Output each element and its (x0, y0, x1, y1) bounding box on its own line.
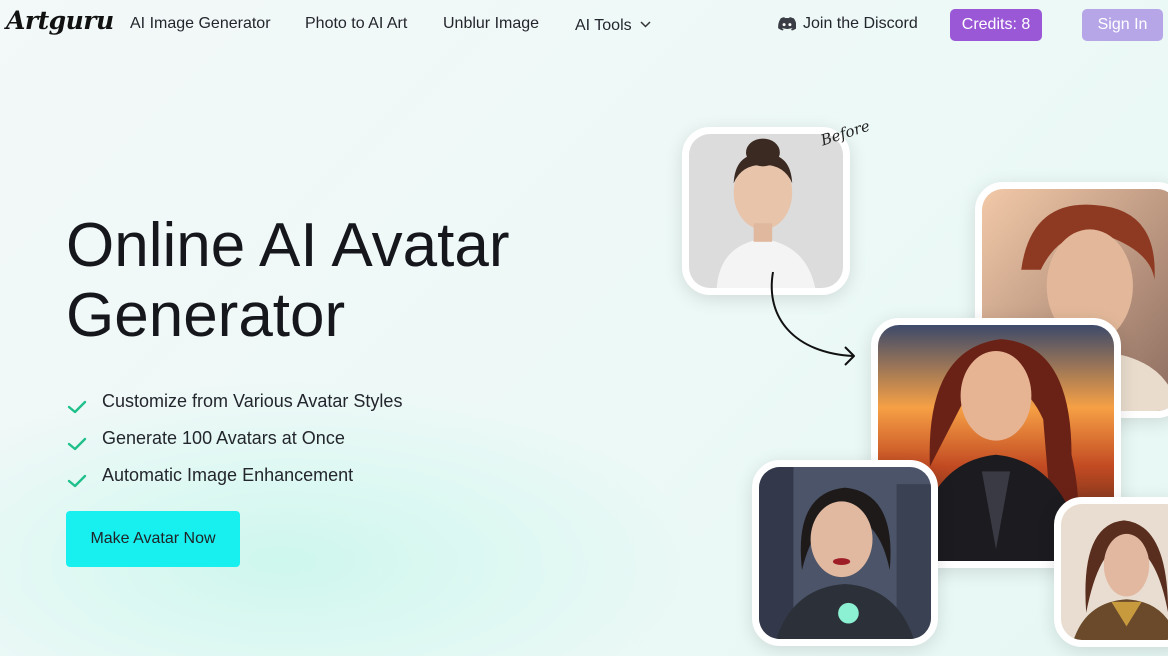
check-icon (67, 437, 87, 450)
page-title: Online AI Avatar Generator (66, 211, 626, 351)
title-line-2: Generator (66, 281, 346, 350)
nav-photo-to-ai-art[interactable]: Photo to AI Art (305, 15, 407, 33)
avatar-cyberpunk-photo (752, 460, 938, 646)
sign-in-button[interactable]: Sign In (1082, 9, 1163, 41)
nav-unblur-image[interactable]: Unblur Image (443, 15, 539, 33)
nav-ai-tools-label: AI Tools (575, 17, 632, 34)
curved-arrow-icon (770, 271, 855, 366)
nav-ai-tools-dropdown[interactable]: AI Tools (575, 15, 651, 35)
join-discord-link[interactable]: Join the Discord (778, 15, 918, 33)
discord-icon (778, 17, 796, 31)
nav-ai-image-generator[interactable]: AI Image Generator (130, 15, 271, 33)
join-discord-label: Join the Discord (803, 15, 918, 32)
avatar-fantasy-photo (1054, 497, 1168, 647)
chevron-down-icon (640, 15, 651, 33)
feature-text: Automatic Image Enhancement (102, 465, 354, 485)
check-icon (67, 400, 87, 413)
feature-item: Automatic Image Enhancement (66, 457, 402, 494)
feature-list: Customize from Various Avatar Styles Gen… (66, 383, 402, 494)
feature-item: Customize from Various Avatar Styles (66, 383, 402, 420)
check-icon (67, 474, 87, 487)
feature-item: Generate 100 Avatars at Once (66, 420, 402, 457)
top-navigation: Artguru AI Image Generator Photo to AI A… (0, 0, 1168, 50)
feature-text: Generate 100 Avatars at Once (102, 428, 345, 448)
credits-button[interactable]: Credits: 8 (950, 9, 1042, 41)
feature-text: Customize from Various Avatar Styles (102, 391, 403, 411)
make-avatar-now-button[interactable]: Make Avatar Now (66, 511, 240, 567)
artguru-logo[interactable]: Artguru (6, 6, 114, 35)
title-line-1: Online AI Avatar (66, 211, 510, 280)
